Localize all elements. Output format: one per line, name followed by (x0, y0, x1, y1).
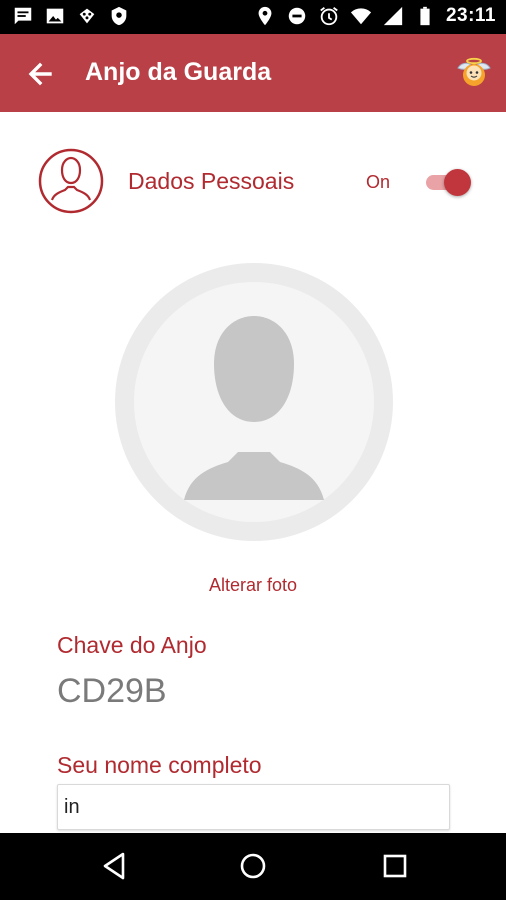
message-icon (14, 7, 32, 25)
home-circle-icon[interactable] (238, 851, 268, 881)
full-name-input[interactable] (57, 784, 450, 830)
angel-key-value: CD29B (57, 672, 167, 710)
recents-square-icon[interactable] (380, 851, 410, 881)
page-title: Anjo da Guarda (85, 58, 272, 86)
arrow-back-icon[interactable] (20, 54, 60, 94)
image-icon (46, 8, 64, 24)
toggle-knob (444, 169, 471, 196)
status-bar: 23:11 (0, 0, 506, 34)
clock: 23:11 (445, 5, 496, 26)
toggle-label: On (366, 172, 391, 192)
signal-icon (383, 6, 403, 26)
app-bar: Anjo da Guarda (0, 34, 506, 112)
angel-logo-icon[interactable] (454, 54, 494, 92)
dice-icon (79, 8, 95, 24)
alarm-icon (320, 7, 338, 26)
back-triangle-icon[interactable] (99, 851, 129, 881)
system-icons: 23:11 (254, 5, 496, 27)
content: Dados Pessoais On Alterar foto Chave do … (0, 112, 506, 833)
full-name-label: Seu nome completo (57, 752, 262, 778)
personal-data-toggle[interactable] (424, 168, 474, 196)
shield-icon (111, 6, 127, 26)
navigation-bar (0, 833, 506, 900)
profile-photo[interactable] (114, 262, 394, 542)
battery-icon (420, 6, 430, 26)
notification-icons (12, 5, 130, 27)
person-outline-icon (38, 148, 104, 214)
do-not-disturb-icon (288, 7, 306, 25)
angel-key-label: Chave do Anjo (57, 632, 207, 658)
location-icon (258, 6, 272, 26)
section-title: Dados Pessoais (128, 168, 295, 194)
change-photo-link[interactable]: Alterar foto (0, 575, 506, 596)
wifi-icon (350, 8, 372, 25)
